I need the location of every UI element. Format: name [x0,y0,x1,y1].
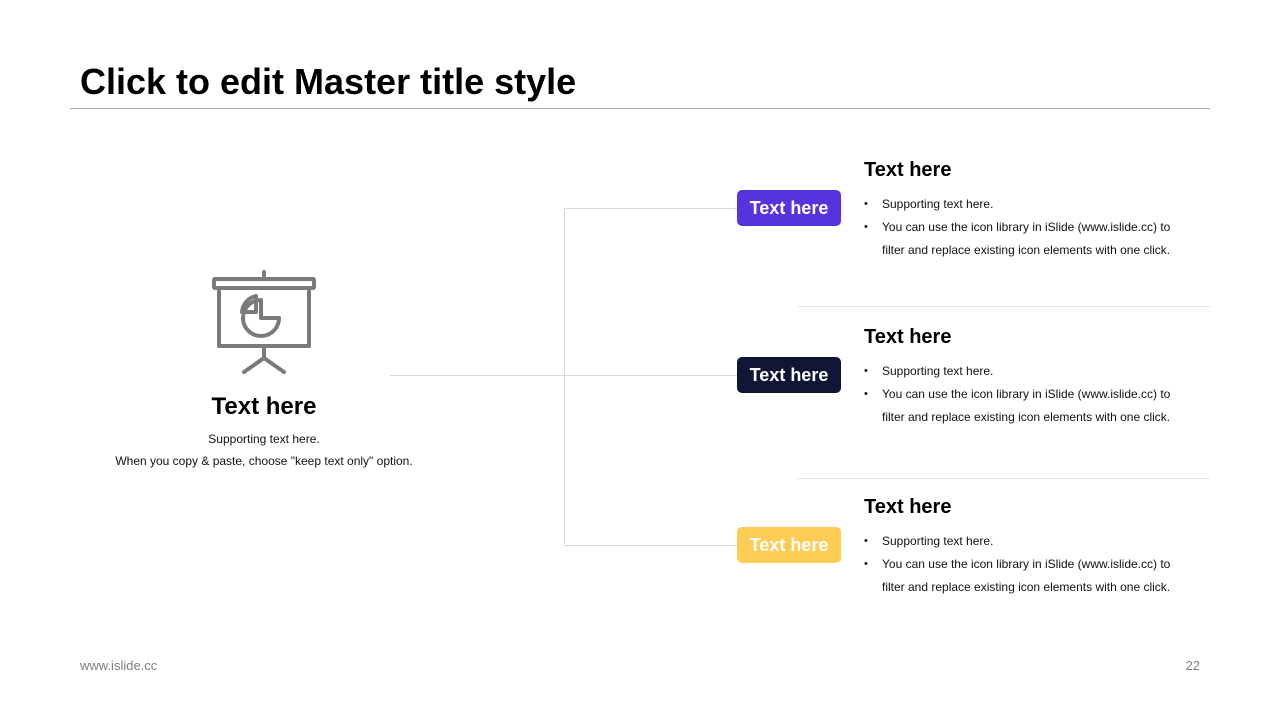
title-divider [70,108,1210,109]
item-3-bullet-2: You can use the icon library in iSlide (… [864,553,1194,599]
left-summary: Text here Supporting text here. When you… [104,268,424,472]
item-3: Text here Supporting text here. You can … [864,494,1210,599]
item-1-bullets[interactable]: Supporting text here. You can use the ic… [864,193,1210,262]
slide-title[interactable]: Click to edit Master title style [80,60,576,104]
item-2-heading[interactable]: Text here [864,324,1210,350]
left-heading[interactable]: Text here [104,392,424,422]
item-separator-2 [797,478,1210,479]
item-3-heading[interactable]: Text here [864,494,1210,520]
tag-item-2[interactable]: Text here [737,357,841,393]
item-2: Text here Supporting text here. You can … [864,324,1210,429]
item-2-bullet-2: You can use the icon library in iSlide (… [864,383,1194,429]
item-separator-1 [797,306,1210,307]
presentation-board-pie-chart-icon [212,270,316,374]
item-1-bullet-1: Supporting text here. [864,193,1194,216]
page-number: 22 [1185,658,1200,673]
left-sub-line-1: Supporting text here. [208,432,320,446]
tag-item-1[interactable]: Text here [737,190,841,226]
item-3-bullets[interactable]: Supporting text here. You can use the ic… [864,530,1210,599]
item-2-bullet-1: Supporting text here. [864,360,1194,383]
left-sub-line-2: When you copy & paste, choose "keep text… [115,454,413,468]
item-2-bullets[interactable]: Supporting text here. You can use the ic… [864,360,1210,429]
item-1-bullet-2: You can use the icon library in iSlide (… [864,216,1194,262]
footer-url: www.islide.cc [80,658,158,673]
left-supporting-text[interactable]: Supporting text here. When you copy & pa… [104,428,424,472]
item-3-bullet-1: Supporting text here. [864,530,1194,553]
item-1-heading[interactable]: Text here [864,157,1210,183]
tag-item-3[interactable]: Text here [737,527,841,563]
item-1: Text here Supporting text here. You can … [864,157,1210,262]
